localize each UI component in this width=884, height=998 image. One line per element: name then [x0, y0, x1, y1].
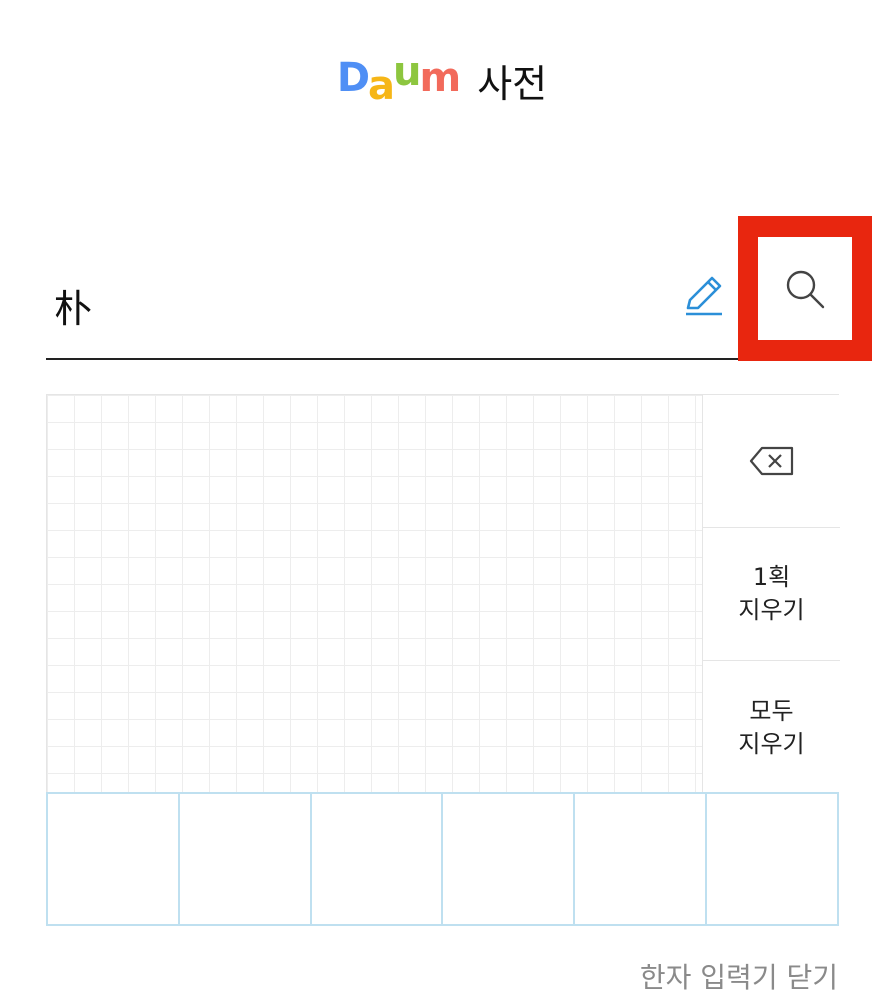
handwriting-pad: 1획 지우기 모두 지우기: [46, 394, 840, 926]
backspace-icon: [749, 446, 793, 476]
site-title: 사전: [477, 61, 548, 106]
search-bar: 朴: [46, 248, 740, 360]
handwriting-canvas[interactable]: [47, 395, 702, 793]
search-input[interactable]: 朴: [54, 278, 92, 333]
undo-stroke-label-line1: 1획: [752, 563, 791, 591]
logo-letter-a: a: [368, 63, 395, 109]
pad-side-buttons: 1획 지우기 모두 지우기: [702, 395, 840, 794]
search-button[interactable]: [758, 237, 852, 340]
search-icon: [786, 270, 825, 308]
pen-icon: [686, 276, 722, 316]
logo-letter-u: u: [393, 49, 422, 95]
candidate-cell[interactable]: [48, 794, 180, 924]
close-hanja-input-link[interactable]: 한자 입력기 닫기: [640, 956, 838, 996]
clear-all-label-line2: 지우기: [738, 729, 805, 758]
handwriting-toggle-button[interactable]: [682, 274, 726, 318]
candidate-cell[interactable]: [179, 794, 312, 924]
header: D a u m 사전: [0, 50, 884, 110]
clear-all-label-line1: 모두: [749, 696, 794, 725]
logo-letter-m: m: [419, 55, 462, 101]
daum-logo[interactable]: D a u m: [336, 52, 462, 106]
search-button-highlight: [738, 216, 872, 361]
candidate-cell[interactable]: [443, 794, 576, 924]
candidate-cell[interactable]: [575, 794, 708, 924]
backspace-button[interactable]: [703, 395, 840, 528]
undo-stroke-label-line2: 지우기: [738, 596, 805, 624]
undo-stroke-button[interactable]: 1획 지우기: [703, 528, 840, 661]
candidate-cell[interactable]: [311, 794, 444, 924]
logo-letter-d: D: [336, 55, 370, 101]
clear-all-button[interactable]: 모두 지우기: [703, 661, 840, 794]
candidate-list: [46, 792, 839, 926]
candidate-cell[interactable]: [707, 794, 837, 924]
